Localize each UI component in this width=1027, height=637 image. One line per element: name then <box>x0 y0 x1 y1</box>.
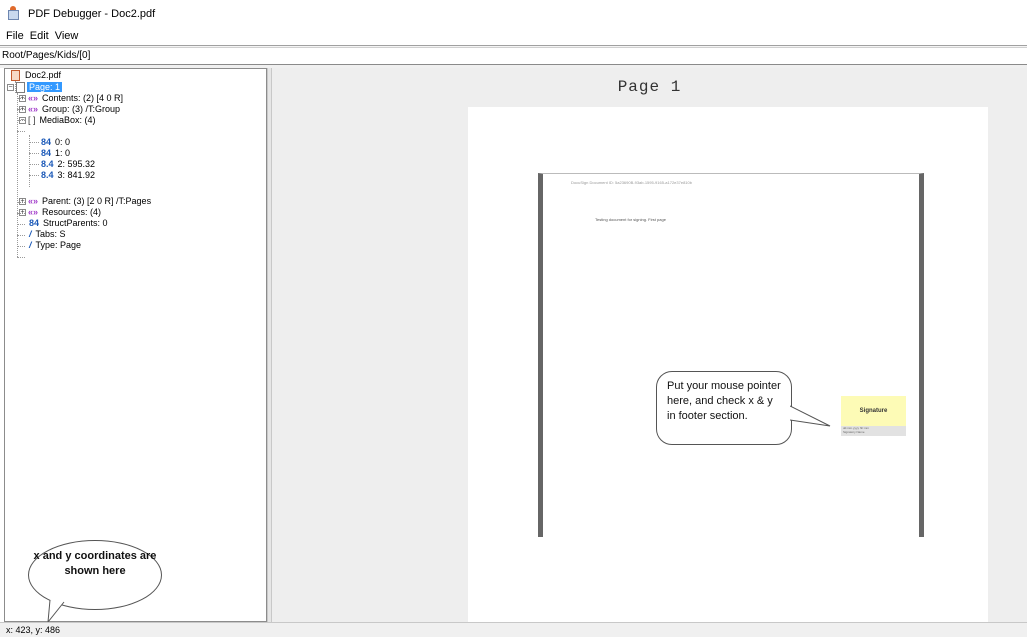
tree-node-tabs[interactable]: / Tabs: S <box>29 229 68 240</box>
signature-details: dd.mm.yyyy hh:mm Signatory Name <box>841 426 906 436</box>
menu-edit[interactable]: Edit <box>30 30 49 42</box>
dictionary-icon: «» <box>28 196 39 207</box>
dictionary-icon: «» <box>28 93 39 104</box>
tree-node-type[interactable]: / Type: Page <box>29 240 83 251</box>
page-label: Page 1 <box>617 78 682 96</box>
title-bar: PDF Debugger - Doc2.pdf <box>0 0 1027 28</box>
window-title: PDF Debugger - Doc2.pdf <box>28 8 156 20</box>
tree-node-group[interactable]: + «» Group: (3) /T:Group <box>19 104 122 115</box>
name-icon: / <box>29 240 32 251</box>
path-bar: Root/Pages/Kids/[0] <box>2 50 91 61</box>
tree-root[interactable]: Doc2.pdf <box>11 70 63 82</box>
tree-node-mediabox-2[interactable]: 8.4 2: 595.32 <box>41 159 97 170</box>
tree-node-resources[interactable]: + «» Resources: (4) <box>19 207 103 218</box>
menu-file[interactable]: File <box>6 30 24 42</box>
coordinates-readout: x: 423, y: 486 <box>6 625 61 635</box>
expand-icon[interactable]: + <box>19 95 26 103</box>
callout-tail <box>790 405 831 427</box>
expand-icon[interactable]: + <box>19 106 26 114</box>
tree-node-mediabox[interactable]: −[ ] MediaBox: (4) <box>19 115 98 126</box>
collapse-icon[interactable]: − <box>19 117 26 125</box>
page-viewer[interactable]: Page 1 DocuSign Document ID: 5a23690B-93… <box>272 68 1027 622</box>
name-icon: / <box>29 229 32 240</box>
real-icon: 8.4 <box>41 159 54 170</box>
page-sheet[interactable]: DocuSign Document ID: 5a23690B-93ab-1595… <box>468 107 988 622</box>
tree-node-structparents[interactable]: 84 StructParents: 0 <box>29 218 110 229</box>
dictionary-icon: «» <box>28 104 39 115</box>
status-bar: x: 423, y: 486 <box>0 622 1027 637</box>
collapse-icon[interactable]: − <box>7 84 14 92</box>
expand-icon[interactable]: + <box>19 198 26 206</box>
tree-panel[interactable]: Doc2.pdf − Page: 1 + «» Contents: (2) [4 0 … <box>4 68 267 622</box>
integer-icon: 84 <box>41 148 52 159</box>
integer-icon: 84 <box>29 218 40 229</box>
rendered-document[interactable]: DocuSign Document ID: 5a23690B-93ab-1595… <box>538 173 924 537</box>
dictionary-icon: «» <box>28 207 39 218</box>
coords-callout-tail <box>47 599 65 624</box>
tree-node-mediabox-3[interactable]: 8.4 3: 841.92 <box>41 170 97 181</box>
real-icon: 8.4 <box>41 170 54 181</box>
pointer-callout: Put your mouse pointer here, and check x… <box>656 371 792 445</box>
document-body-text: Testing document for signing. First page <box>595 217 666 222</box>
document-id-text: DocuSign Document ID: 5a23690B-93ab-1595… <box>571 180 692 185</box>
signature-name-text: Signatory Name <box>843 430 865 434</box>
menu-view[interactable]: View <box>55 30 79 42</box>
tree-node-mediabox-1[interactable]: 84 1: 0 <box>41 148 72 159</box>
page-icon <box>16 82 25 94</box>
tree-node-page[interactable]: − Page: 1 <box>7 82 63 94</box>
tree-node-parent[interactable]: + «» Parent: (3) [2 0 R] /T:Pages <box>19 196 153 207</box>
signature-field[interactable]: Signature <box>841 396 906 426</box>
expand-icon[interactable]: + <box>19 209 26 217</box>
tree-node-mediabox-0[interactable]: 84 0: 0 <box>41 137 72 148</box>
java-cup-icon <box>6 6 22 22</box>
tree-node-contents[interactable]: + «» Contents: (2) [4 0 R] <box>19 93 125 104</box>
array-icon: [ ] <box>28 115 36 126</box>
integer-icon: 84 <box>41 137 52 148</box>
menu-bar: File Edit View <box>0 28 1027 44</box>
pdf-file-icon <box>11 70 20 82</box>
